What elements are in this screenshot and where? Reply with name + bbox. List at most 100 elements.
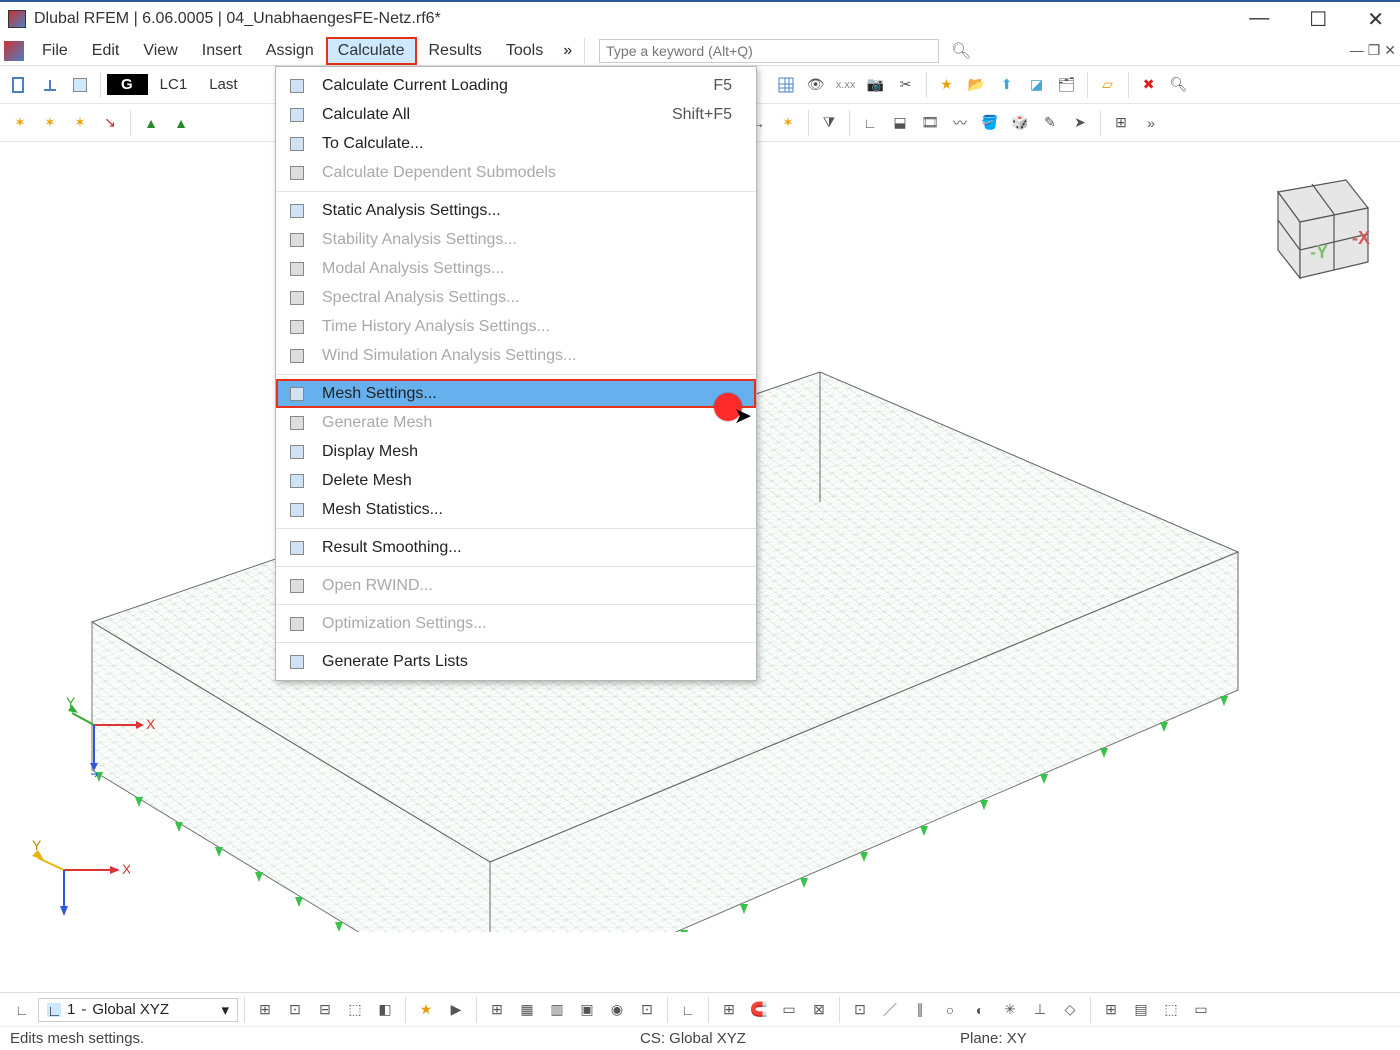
menu-item-result-smoothing[interactable]: Result Smoothing... bbox=[276, 533, 756, 562]
tb-bucket-icon[interactable]: 🪣 bbox=[976, 109, 1004, 137]
search-input[interactable] bbox=[599, 39, 939, 63]
tb-sheet-icon[interactable]: ◪ bbox=[1023, 71, 1051, 99]
bt-magnet-icon[interactable]: 🧲 bbox=[745, 996, 773, 1024]
bt-cs-icon[interactable]: ∟ bbox=[8, 996, 36, 1024]
menu-item-calculate-all[interactable]: Calculate AllShift+F5 bbox=[276, 100, 756, 129]
tb-dice-icon[interactable]: 🎲 bbox=[1006, 109, 1034, 137]
menu-item-generate-parts-lists[interactable]: Generate Parts Lists bbox=[276, 647, 756, 676]
bt-snap-5-icon[interactable]: ◧ bbox=[371, 996, 399, 1024]
bt-tan-icon[interactable]: ◐ bbox=[966, 996, 994, 1024]
search-icon[interactable]: 🔍︎ bbox=[949, 39, 973, 63]
tb-cloud-icon[interactable]: ⬆ bbox=[993, 71, 1021, 99]
bt-snapgrid-icon[interactable]: ⊞ bbox=[715, 996, 743, 1024]
bt-view-5-icon[interactable]: ◉ bbox=[603, 996, 631, 1024]
menu-item-delete-mesh[interactable]: Delete Mesh bbox=[276, 466, 756, 495]
menu-tools[interactable]: Tools bbox=[494, 37, 555, 65]
load-combination-badge[interactable]: G bbox=[107, 74, 148, 95]
tb-support-2-icon[interactable]: ▲ bbox=[167, 109, 195, 137]
menu-assign[interactable]: Assign bbox=[254, 37, 326, 65]
tb-visibility-icon[interactable]: 👁 bbox=[802, 71, 830, 99]
tb-draw-icon[interactable]: ▱ bbox=[1094, 71, 1122, 99]
bt-par-icon[interactable]: ∥ bbox=[906, 996, 934, 1024]
tb-support-1-icon[interactable]: ▲ bbox=[137, 109, 165, 137]
tb-section-icon[interactable]: ⬓ bbox=[886, 109, 914, 137]
tb-star-icon[interactable]: ★ bbox=[933, 71, 961, 99]
tb-grid2-icon[interactable]: ⊞ bbox=[1107, 109, 1135, 137]
bt-view-3-icon[interactable]: ▥ bbox=[543, 996, 571, 1024]
bt-loadstar-icon[interactable]: ★ bbox=[412, 996, 440, 1024]
window-close-button[interactable]: ✕ bbox=[1359, 7, 1392, 32]
doc-close-button[interactable]: ✕ bbox=[1384, 42, 1396, 59]
tb-loadgen-icon[interactable]: ✶ bbox=[774, 109, 802, 137]
tb-new-icon[interactable] bbox=[6, 71, 34, 99]
tb-send-icon[interactable]: ➤ bbox=[1066, 109, 1094, 137]
bt-endpt-icon[interactable]: ⊡ bbox=[846, 996, 874, 1024]
tb-blocks-icon[interactable] bbox=[66, 71, 94, 99]
bt-fwd-icon[interactable]: ▶ bbox=[442, 996, 470, 1024]
window-minimize-button[interactable]: — bbox=[1241, 7, 1277, 32]
bt-perp-icon[interactable]: ⊥ bbox=[1026, 996, 1054, 1024]
tb-load-2-icon[interactable]: ✶ bbox=[36, 109, 64, 137]
bt-snap-4-icon[interactable]: ⬚ bbox=[341, 996, 369, 1024]
bt-snap-2-icon[interactable]: ⊡ bbox=[281, 996, 309, 1024]
tb-curve-icon[interactable]: 〰 bbox=[946, 109, 974, 137]
menu-calculate[interactable]: Calculate bbox=[326, 37, 417, 65]
calc-sub-icon bbox=[286, 162, 308, 184]
menu-overflow-button[interactable]: » bbox=[555, 42, 580, 60]
bt-mid-icon[interactable]: ◇ bbox=[1056, 996, 1084, 1024]
menu-item-mesh-statistics[interactable]: Mesh Statistics... bbox=[276, 495, 756, 524]
tb-clip-icon[interactable]: ✂ bbox=[892, 71, 920, 99]
bt-circ-icon[interactable]: ○ bbox=[936, 996, 964, 1024]
menu-item-mesh-settings[interactable]: Mesh Settings... bbox=[276, 379, 756, 408]
menu-view[interactable]: View bbox=[131, 37, 189, 65]
bt-snap-3-icon[interactable]: ⊟ bbox=[311, 996, 339, 1024]
window-maximize-button[interactable]: ☐ bbox=[1301, 7, 1335, 32]
last-label[interactable]: Last bbox=[199, 76, 247, 93]
bt-rect-icon[interactable]: ▭ bbox=[775, 996, 803, 1024]
menu-item-calculate-current-loading[interactable]: Calculate Current LoadingF5 bbox=[276, 71, 756, 100]
bt-int-icon[interactable]: ✳ bbox=[996, 996, 1024, 1024]
bt-view-4-icon[interactable]: ▣ bbox=[573, 996, 601, 1024]
menu-item-to-calculate[interactable]: To Calculate... bbox=[276, 129, 756, 158]
stability-icon bbox=[286, 229, 308, 251]
bt-view-1-icon[interactable]: ⊞ bbox=[483, 996, 511, 1024]
tb-film-icon[interactable]: 🎞 bbox=[916, 109, 944, 137]
coordinate-system-select[interactable]: ∟ 1 - Global XYZ ▾ bbox=[38, 998, 238, 1022]
load-case-label[interactable]: LC1 bbox=[150, 76, 198, 93]
tb-axes-icon[interactable]: ∟ bbox=[856, 109, 884, 137]
bt-line-icon[interactable]: ／ bbox=[876, 996, 904, 1024]
tb-wand-icon[interactable]: ✎ bbox=[1036, 109, 1064, 137]
menu-insert[interactable]: Insert bbox=[190, 37, 254, 65]
tb-stack-icon[interactable]: 🗂 bbox=[1053, 71, 1081, 99]
menu-file[interactable]: File bbox=[30, 37, 80, 65]
bt-snap-1-icon[interactable]: ⊞ bbox=[251, 996, 279, 1024]
menu-edit[interactable]: Edit bbox=[80, 37, 132, 65]
tb-search2-icon[interactable]: 🔍︎ bbox=[1165, 71, 1193, 99]
bt-elev-icon[interactable]: ▭ bbox=[1187, 996, 1215, 1024]
tb-sel-cross-icon[interactable]: ✖ bbox=[1135, 71, 1163, 99]
bt-view-6-icon[interactable]: ⊡ bbox=[633, 996, 661, 1024]
bt-angle-icon[interactable]: ∟ bbox=[674, 996, 702, 1024]
doc-minimize-button[interactable]: — bbox=[1350, 42, 1364, 59]
tb-folder-icon[interactable]: 📂 bbox=[963, 71, 991, 99]
bt-crossbox-icon[interactable]: ⊠ bbox=[805, 996, 833, 1024]
bt-doc-icon[interactable]: ▤ bbox=[1127, 996, 1155, 1024]
doc-restore-button[interactable]: ❐ bbox=[1368, 42, 1381, 59]
menu-item-static-analysis-settings[interactable]: Static Analysis Settings... bbox=[276, 196, 756, 225]
tb-load-3-icon[interactable]: ✶ bbox=[66, 109, 94, 137]
menu-item-optimization-settings: Optimization Settings... bbox=[276, 609, 756, 638]
tb-more-icon[interactable]: » bbox=[1137, 109, 1165, 137]
nav-cube[interactable]: -Y -X bbox=[1248, 160, 1378, 290]
tb-xxx-icon[interactable]: x.xx bbox=[832, 71, 860, 99]
tb-load-1-icon[interactable]: ✶ bbox=[6, 109, 34, 137]
menu-results[interactable]: Results bbox=[417, 37, 494, 65]
tb-load-4-icon[interactable]: ↘ bbox=[96, 109, 124, 137]
tb-support-icon[interactable] bbox=[36, 71, 64, 99]
bt-view-2-icon[interactable]: ▦ bbox=[513, 996, 541, 1024]
menu-item-display-mesh[interactable]: Display Mesh bbox=[276, 437, 756, 466]
tb-filter-icon[interactable]: ⧩ bbox=[815, 109, 843, 137]
bt-iso-icon[interactable]: ⬚ bbox=[1157, 996, 1185, 1024]
tb-grid-icon[interactable] bbox=[772, 71, 800, 99]
bt-grid3-icon[interactable]: ⊞ bbox=[1097, 996, 1125, 1024]
tb-camera-icon[interactable]: 📷 bbox=[862, 71, 890, 99]
